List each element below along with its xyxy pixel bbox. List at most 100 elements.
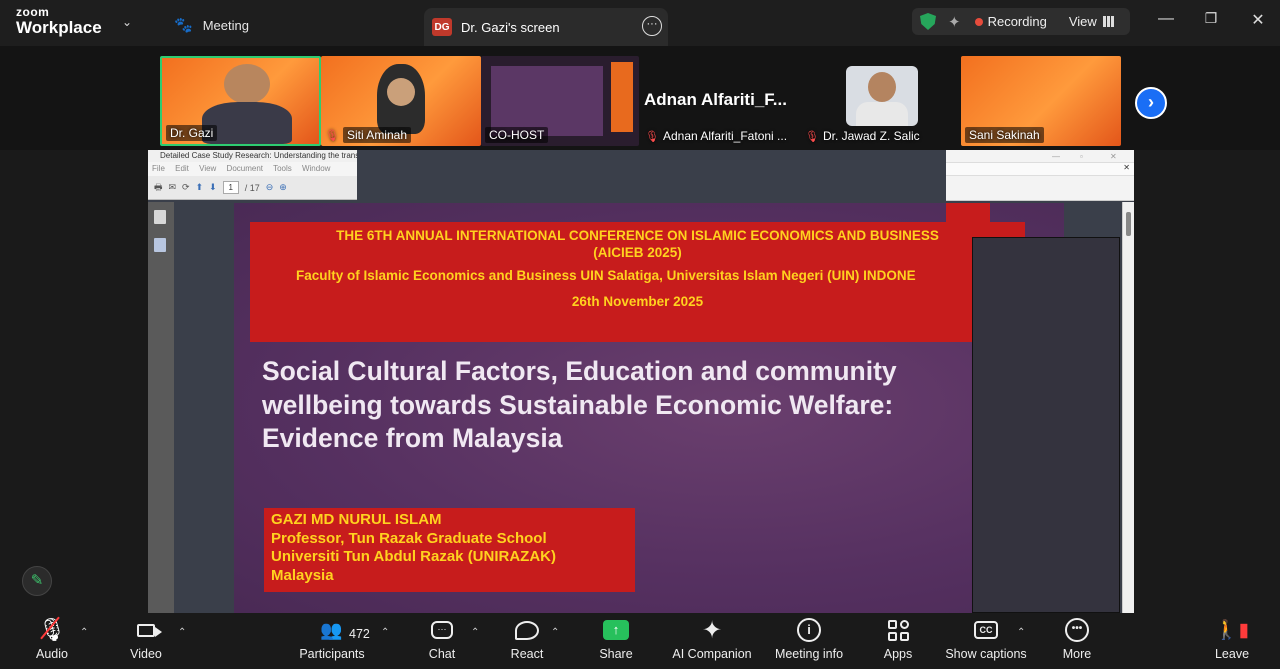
video-tile[interactable]: Dr. Gazi xyxy=(160,56,321,146)
shield-icon[interactable] xyxy=(920,13,936,30)
chevron-right-icon[interactable]: › xyxy=(1135,87,1167,119)
chat-button[interactable]: ··· Chat xyxy=(420,613,464,669)
author-line: Universiti Tun Abdul Razak (UNIRAZAK) xyxy=(271,548,557,565)
scrollbar xyxy=(1122,202,1134,613)
author-line: Malaysia xyxy=(271,566,334,584)
zoom-in-icon: ⊕ xyxy=(279,182,287,192)
participants-options-chevron-icon[interactable]: ⌃ xyxy=(381,627,389,638)
shared-screen: Detailed Case Study Research: Understand… xyxy=(148,150,1134,613)
participant-name: Dr. Jawad Z. Salic xyxy=(822,129,920,143)
participants-label: Participants xyxy=(299,647,365,661)
email-icon: ✉ xyxy=(168,182,177,192)
chat-label: Chat xyxy=(428,647,456,661)
annotate-pencil-icon[interactable]: ✎ xyxy=(22,566,52,596)
participant-name: Dr. Gazi xyxy=(166,125,218,141)
participant-count: 472 xyxy=(349,627,370,641)
muted-mic-icon: 🎙 xyxy=(325,129,339,142)
shared-slide-preview xyxy=(491,66,603,136)
video-label: Video xyxy=(130,647,162,661)
tab-shared-screen[interactable]: DG Dr. Gazi's screen ··· xyxy=(424,8,668,46)
logo-bottom-text: Workplace xyxy=(16,18,102,37)
participants-button[interactable]: 👥 Participants xyxy=(296,613,368,669)
banner-line: Faculty of Islamic Economics and Busines… xyxy=(296,268,916,283)
bookmarks-icon xyxy=(154,238,166,252)
ai-sparkle-icon: ✦ xyxy=(701,616,723,644)
minimize-icon: — xyxy=(1052,152,1060,161)
author-line: Professor, Tun Razak Graduate School xyxy=(271,529,547,547)
avatar: DG xyxy=(432,18,452,36)
minimize-icon[interactable]: — xyxy=(1156,10,1176,28)
participant-body xyxy=(856,102,908,126)
banner-line: 26th November 2025 xyxy=(571,294,704,309)
audio-button[interactable]: 🎙 Audio xyxy=(28,613,76,669)
title-line: Evidence from Malaysia xyxy=(262,423,563,453)
leave-button[interactable]: 🚶▮ Leave xyxy=(1212,613,1252,669)
react-button[interactable]: React xyxy=(505,613,549,669)
pdf-window-title: Detailed Case Study Research: Understand… xyxy=(148,150,357,162)
chat-options-chevron-icon[interactable]: ⌃ xyxy=(471,627,479,638)
apps-grid-icon xyxy=(887,619,909,641)
restore-icon[interactable]: ❐ xyxy=(1201,10,1221,27)
more-button[interactable]: ••• More xyxy=(1058,613,1096,669)
captions-button[interactable]: CC Show captions xyxy=(944,613,1028,669)
view-button[interactable]: View xyxy=(1069,14,1097,29)
meeting-status: ✦ Recording View xyxy=(912,8,1130,35)
pdf-toolbar: 🖶 ✉ ⟳ ⬆ ⬇ 1 / 17 ⊖ ⊕ xyxy=(148,176,357,200)
audio-options-chevron-icon[interactable]: ⌃ xyxy=(80,627,88,638)
share-button[interactable]: ↑ Share xyxy=(595,613,637,669)
react-options-chevron-icon[interactable]: ⌃ xyxy=(551,627,559,638)
zoom-logo: zoom Workplace xyxy=(16,6,102,36)
close-icon: ✕ xyxy=(1110,152,1117,161)
share-arrow-icon: ↑ xyxy=(603,620,629,640)
presentation-slide: THE 6TH ANNUAL INTERNATIONAL CONFERENCE … xyxy=(234,203,1064,613)
muted-mic-icon: 🎙 xyxy=(645,130,659,143)
tab-screen-label: Dr. Gazi's screen xyxy=(461,19,560,35)
captions-options-chevron-icon[interactable]: ⌃ xyxy=(1017,627,1025,638)
sync-icon: ⟳ xyxy=(182,182,190,192)
closed-captions-icon: CC xyxy=(974,621,998,639)
ai-sparkle-icon[interactable]: ✦ xyxy=(948,13,961,31)
participant-face xyxy=(387,78,415,106)
more-options-icon[interactable]: ··· xyxy=(642,16,662,36)
video-tile[interactable]: 🎙 Siti Aminah xyxy=(321,56,481,146)
audio-label: Audio xyxy=(36,647,68,661)
page-total: / 17 xyxy=(244,182,260,193)
meeting-info-button[interactable]: i Meeting info xyxy=(770,613,848,669)
video-tile[interactable]: CO-HOST xyxy=(481,56,639,146)
banner-line: THE 6TH ANNUAL INTERNATIONAL CONFERENCE … xyxy=(336,228,939,243)
slide-title: Social Cultural Factors, Education and c… xyxy=(262,355,982,456)
apps-button[interactable]: Apps xyxy=(878,613,918,669)
video-tile[interactable]: 🎙 Dr. Jawad Z. Salic xyxy=(801,56,959,146)
react-heart-icon xyxy=(515,620,539,640)
banner-line: (AICIEB 2025) xyxy=(593,245,682,260)
tab-meeting-label: Meeting xyxy=(202,17,249,33)
close-icon: ✕ xyxy=(1123,163,1130,172)
author-box: GAZI MD NURUL ISLAM Professor, Tun Razak… xyxy=(264,508,635,592)
meeting-controls: 🎙 Audio ⌃ Video ⌃ 👥 Participants 472 ⌃ ·… xyxy=(0,613,1280,669)
participant-big-label: Adnan Alfariti_F... xyxy=(644,90,787,109)
muted-mic-icon: 🎙 xyxy=(805,130,819,143)
restore-icon: ▫ xyxy=(1080,152,1083,161)
participant-face xyxy=(868,72,896,102)
participant-face xyxy=(224,64,270,104)
page-number-field: 1 xyxy=(222,181,239,194)
arrow-down-icon: ⬇ xyxy=(209,182,217,192)
title-line: Social Cultural Factors, Education and c… xyxy=(262,356,897,386)
video-tile[interactable]: Adnan Alfariti_F... 🎙 Adnan Alfariti_Fato… xyxy=(641,56,801,146)
video-options-chevron-icon[interactable]: ⌃ xyxy=(178,627,186,638)
participant-name: Adnan Alfariti_Fatoni ... xyxy=(662,129,788,143)
chevron-down-icon[interactable]: ⌄ xyxy=(122,15,132,29)
scrollbar-thumb xyxy=(1126,212,1131,236)
zoom-out-icon: ⊖ xyxy=(265,182,274,192)
more-dots-icon: ••• xyxy=(1065,618,1089,642)
pane-header: ✕ xyxy=(946,162,1134,176)
close-icon[interactable]: ✕ xyxy=(1248,10,1268,30)
video-tile[interactable]: Sani Sakinah xyxy=(961,56,1121,146)
paw-icon: 🐾 xyxy=(174,17,193,34)
tab-meeting[interactable]: 🐾 Meeting xyxy=(160,8,415,42)
ai-companion-button[interactable]: ✦ AI Companion xyxy=(670,613,754,669)
video-button[interactable]: Video xyxy=(122,613,170,669)
react-label: React xyxy=(510,647,544,661)
ai-companion-label: AI Companion xyxy=(672,647,752,661)
recording-label[interactable]: Recording xyxy=(988,14,1047,29)
